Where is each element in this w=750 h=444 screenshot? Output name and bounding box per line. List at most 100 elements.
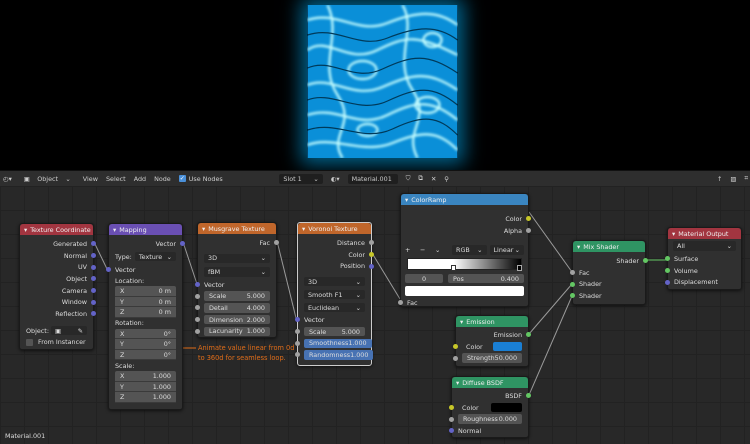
scale-field[interactable]: Scale 5.000 (195, 290, 276, 302)
color-ramp-gradient[interactable] (407, 258, 522, 272)
use-nodes-toggle[interactable]: ✓ Use Nodes (178, 175, 223, 183)
from-instancer-checkbox[interactable]: From Instancer (20, 337, 93, 349)
socket[interactable] (369, 263, 374, 269)
add-stop-button[interactable]: + (405, 246, 417, 254)
color-swatch[interactable] (493, 342, 522, 352)
eyedropper-icon[interactable]: ✎ (78, 327, 83, 335)
stop-position-field[interactable]: Pos 0.400 (448, 273, 524, 284)
socket[interactable] (570, 270, 575, 276)
menu-view[interactable]: View (83, 175, 98, 183)
dimensions-dropdown[interactable]: 3D ⌄ (204, 253, 270, 264)
color-stop-handle[interactable] (450, 265, 456, 272)
material-output-node[interactable]: ▾ Material Output All ⌄ Surface Volume Dis… (665, 227, 742, 290)
distance-metric-dropdown[interactable]: Euclidean ⌄ (304, 302, 365, 313)
mix-shader-node[interactable]: ▾ Mix Shader Shader Fac Shader Shader (570, 240, 648, 305)
node-header[interactable]: ▾ ColorRamp (401, 194, 528, 205)
detail-field[interactable]: Detail 4.000 (195, 302, 276, 314)
scale-field[interactable]: Scale 5.000 (295, 326, 371, 338)
strength-field[interactable]: Strength 50.000 (453, 352, 528, 364)
musgrave-type-dropdown[interactable]: fBM ⌄ (204, 267, 270, 277)
musgrave-texture-node[interactable]: ▾ Musgrave Texture Fac 3D ⌄ fBM ⌄ Vector Sc… (195, 222, 279, 338)
menu-node[interactable]: Node (154, 175, 171, 183)
menu-select[interactable]: Select (106, 175, 126, 183)
object-type-dropdown[interactable]: ▣ Object ⌄ (19, 173, 75, 184)
rotation-y[interactable]: 0° (164, 340, 171, 348)
scale-y[interactable]: 1.000 (153, 383, 171, 391)
menu-add[interactable]: Add (134, 175, 146, 183)
backdrop-icon[interactable]: ▨ (730, 175, 736, 183)
socket[interactable] (91, 299, 96, 305)
socket[interactable] (91, 264, 96, 270)
dimension-field[interactable]: Dimension 2.000 (195, 314, 276, 326)
socket[interactable] (91, 253, 96, 259)
socket[interactable] (665, 256, 670, 262)
color-mode-dropdown[interactable]: RGB ⌄ (452, 245, 487, 256)
voronoi-texture-node[interactable]: ▾ Voronoi Texture Distance Color Position… (295, 222, 374, 366)
randomness-field[interactable]: Randomness 1.000 (295, 349, 374, 361)
remove-stop-button[interactable]: − (420, 246, 432, 254)
stop-color-swatch[interactable] (405, 286, 524, 297)
socket[interactable] (195, 328, 200, 334)
location-y[interactable]: 0 m (159, 298, 171, 306)
diffuse-bsdf-node[interactable]: ▾ Diffuse BSDF BSDF Color Roughness 0.000 … (449, 376, 531, 438)
texture-coordinate-node[interactable]: ▾ Texture Coordinate Generated Normal UV … (19, 223, 96, 350)
node-header[interactable]: ▾ Material Output (668, 228, 741, 239)
node-header[interactable]: ▾ Mix Shader (573, 241, 645, 252)
lacunarity-field[interactable]: Lacunarity 1.000 (195, 325, 276, 337)
rotation-fields[interactable]: X 0° Y 0° Z 0° (115, 328, 176, 361)
socket[interactable] (195, 293, 200, 299)
socket[interactable] (665, 268, 670, 274)
socket[interactable] (398, 300, 403, 306)
material-browse-icon[interactable]: ◐▾ (331, 175, 340, 183)
color-swatch[interactable] (491, 403, 522, 413)
socket[interactable] (106, 267, 111, 273)
location-fields[interactable]: X0 m Y0 m Z0 m (115, 286, 176, 318)
target-dropdown[interactable]: All ⌄ (673, 241, 736, 251)
socket[interactable] (449, 416, 454, 422)
scale-z[interactable]: 1.000 (153, 393, 171, 401)
node-header[interactable]: ▾ Diffuse BSDF (452, 377, 528, 388)
color-stop-handle[interactable] (517, 265, 522, 272)
chevron-down-icon[interactable]: ⌄ (435, 246, 449, 254)
socket[interactable] (195, 305, 200, 311)
node-header[interactable]: ▾ Voronoi Texture (298, 223, 371, 234)
socket[interactable] (453, 355, 458, 361)
material-name-field[interactable]: Material.001 (347, 173, 398, 184)
parent-node-icon[interactable]: ↑ (717, 175, 722, 183)
socket[interactable] (295, 317, 300, 323)
node-header[interactable]: ▾ Musgrave Texture (198, 223, 276, 234)
socket[interactable] (195, 317, 200, 323)
smoothness-field[interactable]: Smoothness 1.000 (295, 337, 372, 349)
snap-icon[interactable]: ⌗ (744, 174, 748, 183)
type-dropdown[interactable]: Texture ⌄ (134, 251, 176, 262)
socket[interactable] (195, 282, 200, 288)
scale-fields[interactable]: X 1.000 Y 1.000 Z 1.000 (115, 371, 176, 403)
socket[interactable] (453, 344, 458, 350)
node-header[interactable]: ▾ Texture Coordinate (20, 224, 93, 235)
object-field[interactable]: ▣ ✎ (50, 325, 87, 336)
fake-user-icon[interactable]: ⛉ (406, 174, 411, 183)
rotation-x[interactable]: 0° (164, 330, 171, 338)
feature-dropdown[interactable]: Smooth F1 ⌄ (304, 289, 365, 300)
emission-node[interactable]: ▾ Emission Emission Color Strength 50.000 (453, 315, 531, 367)
3d-viewport[interactable] (0, 0, 750, 170)
socket[interactable] (526, 228, 531, 234)
socket[interactable] (449, 428, 454, 434)
dimensions-dropdown[interactable]: 3D ⌄ (304, 276, 365, 287)
scale-x[interactable]: 1.000 (153, 372, 171, 380)
node-header[interactable]: ▾ Mapping (109, 224, 182, 235)
slot-dropdown[interactable]: Slot 1 ⌄ (279, 173, 323, 184)
location-x[interactable]: 0 m (159, 287, 171, 295)
node-header[interactable]: ▾ Emission (456, 316, 528, 327)
interpolation-dropdown[interactable]: Linear ⌄ (489, 245, 524, 256)
socket[interactable] (295, 329, 300, 335)
unlink-icon[interactable]: ✕ (431, 175, 436, 183)
socket[interactable] (449, 405, 454, 411)
socket[interactable] (665, 279, 670, 285)
roughness-field[interactable]: Roughness 0.000 (449, 413, 528, 425)
socket[interactable] (369, 252, 374, 258)
socket[interactable] (570, 281, 575, 287)
duplicate-icon[interactable]: ⧉ (418, 174, 423, 183)
editor-type-icon[interactable]: ◴▾ (3, 175, 12, 183)
pin-icon[interactable]: ⚲ (444, 175, 449, 183)
